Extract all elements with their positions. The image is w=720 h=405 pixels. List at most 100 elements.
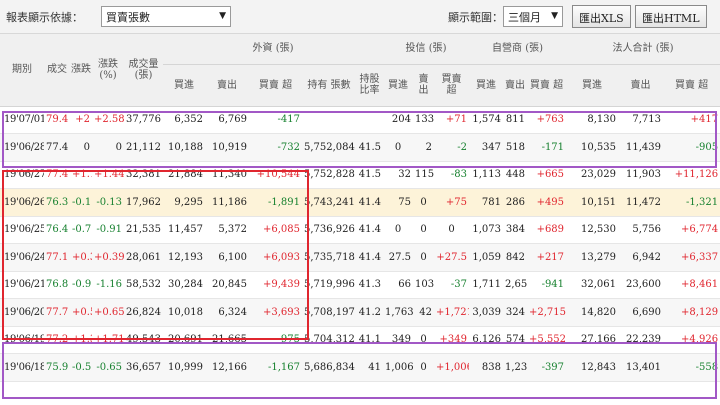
chevron-down-icon: ▼ [551,11,558,21]
cell-d-net: -941 [527,271,567,299]
cell-hold: 5,686,834 [302,353,356,382]
cell-close: 77.1 [44,243,70,272]
cell-hold: 5,708,197 [302,298,356,327]
cell-f-buy: 12,193 [163,243,205,272]
col-dealer-buy: 買進 [469,64,504,107]
table-body: 19'07/01 79.4 +2 +2.58 37,776 6,352 6,769 -417 2… [0,106,720,382]
cell-f-net: +6,093 [249,243,302,272]
cell-a-buy: 13,279 [566,243,619,272]
cell-date: 19'06/21 [0,271,44,299]
display-by-value: 買賣張數 [106,11,150,24]
cell-close: 77.4 [44,133,70,162]
cell-f-sell: 6,100 [205,243,249,272]
cell-f-buy: 30,284 [163,271,205,299]
institutional-trading-table: 期別 成交 漲跌 漲跌 (%) 成交量 (張) 外資 (張) 投信 (張) 自營… [0,34,720,382]
cell-f-net: -1,167 [249,353,302,382]
cell-close: 76.3 [44,188,70,217]
cell-f-sell: 11,340 [205,161,249,189]
cell-date: 19'06/19 [0,326,44,354]
display-by-select[interactable]: 買賣張數 ▼ [101,6,231,27]
cell-vol: 28,061 [124,243,163,272]
cell-t-buy: 75 [383,188,414,217]
cell-ratio: 41.5 [356,133,384,162]
cell-d-buy: 1,711 [469,271,504,299]
range-select[interactable]: 三個月 ▼ [503,6,563,27]
cell-a-buy: 27,166 [566,326,619,354]
cell-pct: +1.44 [92,161,124,189]
cell-f-buy: 21,884 [163,161,205,189]
cell-a-sell: 11,439 [618,133,664,162]
cell-d-buy: 347 [469,133,504,162]
cell-ratio: 41.4 [356,216,384,244]
cell-vol: 26,824 [124,298,163,327]
cell-t-net: 0 [434,216,470,244]
cell-f-sell: 6,324 [205,298,249,327]
col-foreign-sell: 賣出 [205,64,249,107]
cell-hold: 5,719,996 [302,271,356,299]
cell-pct: -0.65 [92,353,124,382]
range-value: 三個月 [508,11,541,24]
cell-a-buy: 10,535 [566,133,619,162]
cell-d-sell: 1,235 [503,353,528,382]
cell-hold: 5,752,084 [302,133,356,162]
cell-t-sell: 0 [413,188,435,217]
group-dealer: 自營商 (張) [469,34,567,65]
group-foreign: 外資 (張) [163,34,384,65]
cell-pct: -0.13 [92,188,124,217]
cell-ratio: 41.4 [356,243,384,272]
cell-t-buy: 0 [383,133,414,162]
cell-close: 77.4 [44,161,70,189]
cell-d-net: -397 [527,353,567,382]
cell-a-buy: 10,151 [566,188,619,217]
cell-a-sell: 6,942 [618,243,664,272]
cell-f-buy: 10,018 [163,298,205,327]
cell-d-sell: 384 [503,216,528,244]
cell-a-sell: 5,756 [618,216,664,244]
cell-ratio: 41.5 [356,161,384,189]
cell-t-sell: 2 [413,133,435,162]
cell-a-sell: 23,600 [618,271,664,299]
cell-t-net: -83 [434,161,470,189]
cell-f-buy: 20,691 [163,326,205,354]
cell-vol: 17,962 [124,188,163,217]
col-total-sell: 賣出 [618,64,664,107]
table-row: 19'06/2777.4+1.1+1.4432,38121,88411,340+… [0,161,720,189]
cell-f-sell: 10,919 [205,133,249,162]
cell-t-buy: 1,006 [383,353,414,382]
col-trust-buy: 買進 [383,64,414,107]
cell-t-net: +71 [434,106,470,134]
chevron-down-icon: ▼ [219,11,226,21]
cell-t-buy: 66 [383,271,414,299]
cell-t-buy: 1,763 [383,298,414,327]
cell-a-buy: 8,130 [566,106,619,134]
cell-a-sell: 6,690 [618,298,664,327]
cell-pct: 0 [92,133,124,162]
cell-a-net: -1,321 [663,188,720,217]
cell-f-buy: 6,352 [163,106,205,134]
cell-date: 19'06/20 [0,298,44,327]
export-html-button[interactable]: 匯出HTML [635,5,707,28]
cell-t-net: -2 [434,133,470,162]
cell-a-net: -905 [663,133,720,162]
cell-d-sell: 448 [503,161,528,189]
col-trust-net: 買賣 超 [434,64,470,107]
col-change-pct: 漲跌 (%) [92,34,124,107]
cell-ratio: 41.3 [356,271,384,299]
cell-chg: +0.5 [70,298,92,327]
cell-f-sell: 21,665 [205,326,249,354]
cell-t-buy: 349 [383,326,414,354]
table-row: 19'06/1977.2+1.3+1.7149,54320,69121,665-… [0,326,720,354]
cell-d-net: +2,715 [527,298,567,327]
cell-close: 76.4 [44,216,70,244]
cell-t-sell: 42 [413,298,435,327]
cell-f-sell: 11,186 [205,188,249,217]
cell-f-buy: 11,457 [163,216,205,244]
table-row: 19'07/01 79.4 +2 +2.58 37,776 6,352 6,769 -417 2… [0,106,720,134]
cell-hold [302,106,356,134]
range-label: 顯示範圍： [448,11,503,24]
cell-f-net: -732 [249,133,302,162]
cell-chg: 0 [70,133,92,162]
cell-pct: +1.71 [92,326,124,354]
cell-f-sell: 12,166 [205,353,249,382]
export-xls-button[interactable]: 匯出XLS [572,5,631,28]
